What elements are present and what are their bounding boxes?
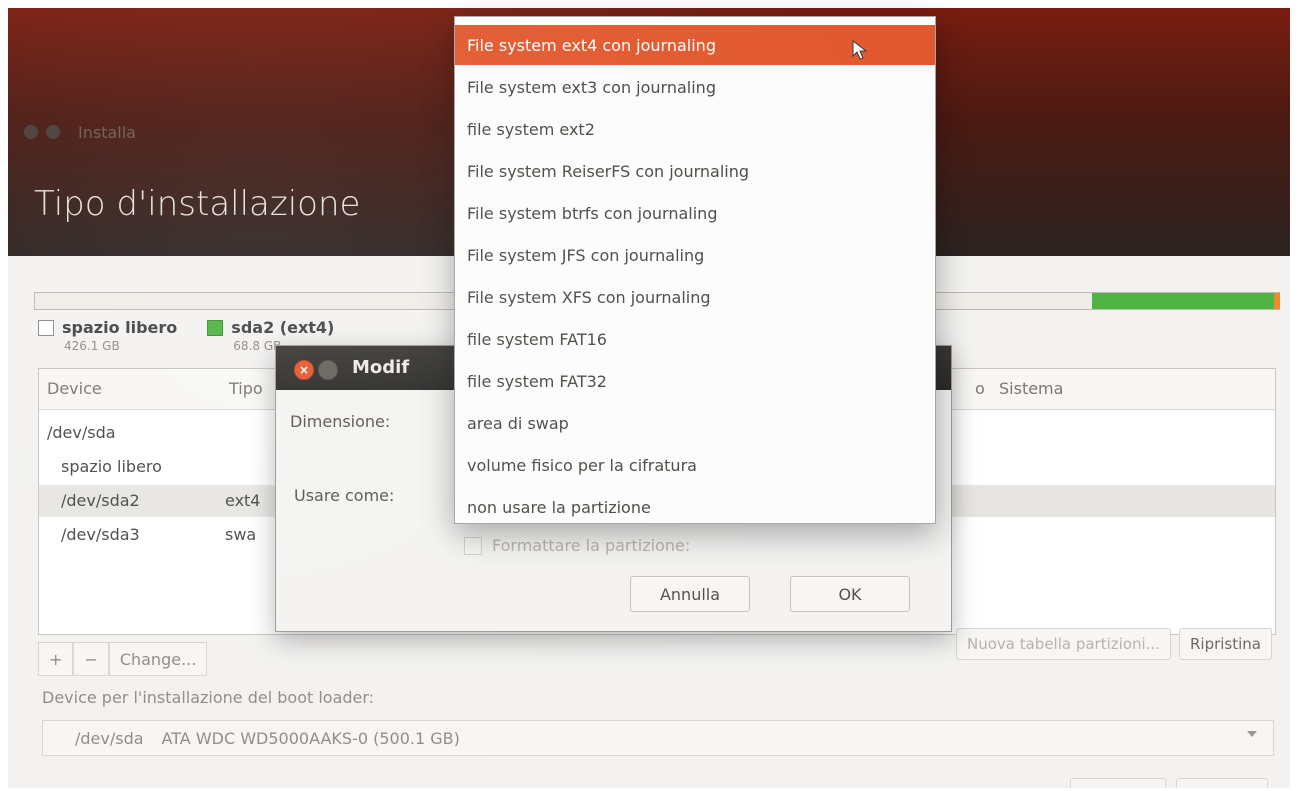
row-device: /dev/sda3 <box>61 525 140 544</box>
mouse-cursor-icon <box>852 40 868 60</box>
navigation-buttons: Indietro Installa <box>1069 778 1268 788</box>
dropdown-option[interactable]: file system FAT16 <box>455 319 935 359</box>
legend-label: spazio libero <box>62 318 178 337</box>
partition-bar-fill <box>1092 293 1279 309</box>
change-partition-button[interactable]: Change... <box>108 642 208 676</box>
header-type[interactable]: Tipo <box>229 379 263 398</box>
dropdown-option[interactable]: file system FAT32 <box>455 361 935 401</box>
format-partition-label: Formattare la partizione: <box>492 536 691 555</box>
window-title: Installa <box>78 122 136 142</box>
row-type: ext4 <box>225 491 261 510</box>
install-button[interactable]: Installa <box>1175 778 1268 788</box>
ok-button[interactable]: OK <box>790 576 910 612</box>
table-actions: Nuova tabella partizioni... Ripristina <box>955 628 1272 660</box>
legend-size: 426.1 GB <box>64 339 120 353</box>
minimize-icon[interactable] <box>46 125 60 139</box>
row-device: spazio libero <box>61 457 162 476</box>
header-device[interactable]: Device <box>47 379 102 398</box>
remove-partition-button[interactable]: − <box>73 642 109 676</box>
chevron-down-icon <box>1247 731 1257 737</box>
minimize-icon[interactable] <box>318 360 338 380</box>
cancel-button[interactable]: Annulla <box>630 576 750 612</box>
boot-loader-label: Device per l'installazione del boot load… <box>42 688 375 707</box>
boot-loader-desc: ATA WDC WD5000AAKS-0 (500.1 GB) <box>161 728 460 748</box>
partition-toolbar: + − Change... <box>38 642 208 676</box>
back-button[interactable]: Indietro <box>1069 778 1166 788</box>
dropdown-option[interactable]: file system ext2 <box>455 109 935 149</box>
format-partition-checkbox[interactable]: Formattare la partizione: <box>464 536 690 555</box>
header-partial: o <box>975 379 985 398</box>
ext4-swatch <box>207 319 224 336</box>
dropdown-option[interactable]: area di swap <box>455 403 935 443</box>
boot-loader-select[interactable]: /dev/sda ATA WDC WD5000AAKS-0 (500.1 GB) <box>42 720 1274 756</box>
titlebar: Installa <box>24 120 136 144</box>
free-space-swatch <box>38 319 54 336</box>
dropdown-option[interactable]: File system JFS con journaling <box>455 235 935 275</box>
legend-item: spazio libero 426.1 GB <box>38 318 177 353</box>
dropdown-option[interactable]: File system btrfs con journaling <box>455 193 935 233</box>
close-icon[interactable]: × <box>294 360 314 380</box>
dropdown-option[interactable]: File system ReiserFS con journaling <box>455 151 935 191</box>
dropdown-option[interactable]: non usare la partizione <box>455 487 935 527</box>
dropdown-option[interactable]: File system ext3 con journaling <box>455 67 935 107</box>
header-system[interactable]: Sistema <box>999 379 1063 398</box>
legend-label: sda2 (ext4) <box>231 318 335 337</box>
partition-bar-swap <box>1274 293 1280 309</box>
dropdown-option[interactable]: File system XFS con journaling <box>455 277 935 317</box>
legend-row: sda2 (ext4) <box>207 318 334 337</box>
dropdown-option[interactable]: volume fisico per la cifratura <box>455 445 935 485</box>
boot-loader-device: /dev/sda <box>75 728 144 748</box>
use-as-label: Usare come: <box>294 486 395 505</box>
add-partition-button[interactable]: + <box>38 642 74 676</box>
reset-button[interactable]: Ripristina <box>1178 628 1272 660</box>
legend-row: spazio libero <box>38 318 177 337</box>
use-as-dropdown-menu[interactable]: File system ext4 con journaling File syst… <box>454 16 936 524</box>
page-title: Tipo d'installazione <box>34 184 361 224</box>
photo-frame: Installa Tipo d'installazione spazio lib… <box>0 0 1300 791</box>
new-partition-table-button[interactable]: Nuova tabella partizioni... <box>955 628 1171 660</box>
size-label: Dimensione: <box>290 412 391 431</box>
row-type: swa <box>225 525 257 544</box>
row-device: /dev/sda <box>47 423 116 442</box>
dialog-title: Modif <box>352 357 410 378</box>
row-device: /dev/sda2 <box>61 491 140 510</box>
close-icon[interactable] <box>24 125 38 139</box>
checkbox-box[interactable] <box>464 536 482 555</box>
